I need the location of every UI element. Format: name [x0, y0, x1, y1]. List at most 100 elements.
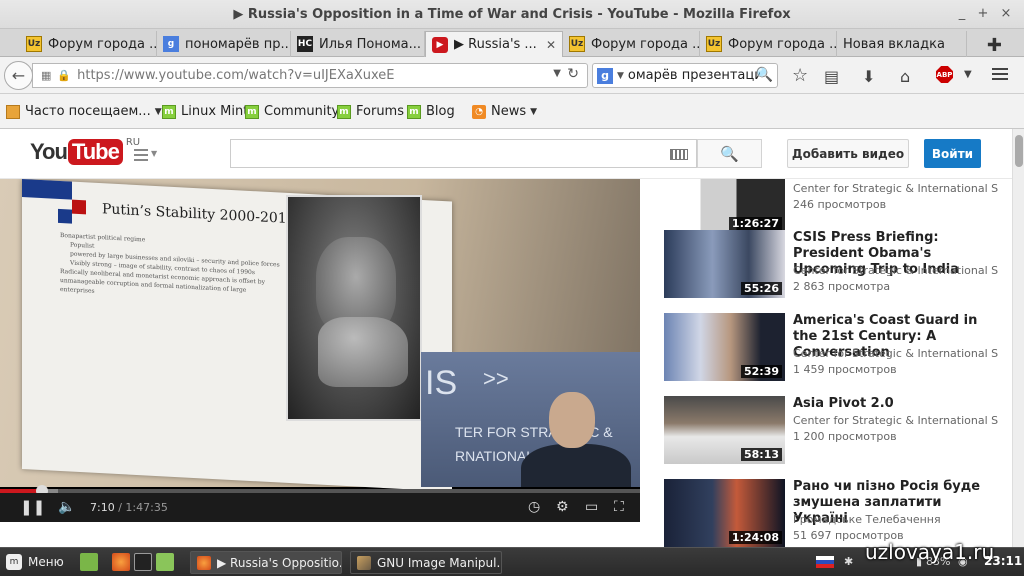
reload-icon[interactable]: ↻	[567, 66, 579, 82]
url-history-dropdown-icon[interactable]: ▼	[553, 68, 561, 79]
bookmark-forums[interactable]: m Forums	[337, 104, 404, 119]
logo-region: RU	[125, 137, 141, 148]
slide-title: Putin’s Stability 2000-2013	[102, 201, 296, 228]
chevron-down-icon[interactable]: ▼	[151, 149, 157, 158]
video-thumbnail[interactable]: 52:39	[664, 313, 785, 381]
taskbar-window-firefox[interactable]: ▶ Russia's Oppositio...	[190, 551, 342, 574]
signin-button[interactable]: Войти	[924, 139, 981, 168]
video-player[interactable]: Putin’s Stability 2000-2013 Bonapartist …	[0, 179, 640, 522]
page-scrollbar[interactable]	[1012, 129, 1024, 547]
pause-icon[interactable]: ❚❚	[20, 498, 45, 516]
taskbar-window-label: GNU Image Manipul...	[377, 555, 502, 570]
watch-later-icon[interactable]: ◷	[528, 499, 540, 515]
site-watermark: uzlovaya1.ru	[865, 540, 995, 564]
video-channel[interactable]: Center for Strategic & International Stu…	[793, 347, 998, 360]
video-channel[interactable]: Громадське Телебачення	[793, 513, 998, 526]
video-duration: 52:39	[740, 365, 782, 378]
scrollbar-thumb[interactable]	[1015, 135, 1023, 167]
start-menu-button[interactable]: m Меню	[6, 554, 64, 570]
tab-google-search[interactable]: g пономарёв пр...	[157, 31, 291, 57]
video-channel[interactable]: Center for Strategic & International Stu…	[793, 414, 998, 427]
video-thumbnail[interactable]: 58:13	[664, 396, 785, 464]
video-title[interactable]: Asia Pivot 2.0	[793, 396, 998, 412]
site-identity-icon[interactable]: ▦	[41, 69, 51, 82]
video-views: 1 459 просмотров	[793, 363, 897, 376]
search-engine-dropdown-icon[interactable]: ▼	[617, 71, 624, 81]
home-icon[interactable]: ⌂	[900, 67, 910, 86]
volume-icon[interactable]: 🔈	[58, 499, 75, 515]
tab-label: Новая вкладка	[843, 36, 945, 52]
taskbar-window-gimp[interactable]: GNU Image Manipul...	[350, 551, 502, 574]
tab-youtube-active[interactable]: ▶ ▶ Russia's ... ✕	[425, 31, 563, 57]
video-frame[interactable]: Putin’s Stability 2000-2013 Bonapartist …	[0, 179, 640, 492]
speaker	[521, 392, 640, 487]
youtube-logo[interactable]: You Tube RU	[30, 137, 141, 165]
tab-forum-3[interactable]: Uz Форум города ...	[700, 31, 837, 57]
bookmark-label: Linux Mint	[181, 104, 249, 119]
downloads-icon[interactable]: ⬇	[862, 67, 875, 86]
search-bar[interactable]: g ▼ омарёв презентация 🔍	[592, 63, 778, 88]
video-thumbnail[interactable]: 1:24:08	[664, 479, 785, 547]
related-video-item[interactable]: 55:26 CSIS Press Briefing: President Oba…	[664, 230, 1004, 300]
slide-decoration	[22, 179, 72, 200]
related-video-item[interactable]: 58:13 Asia Pivot 2.0 Center for Strategi…	[664, 396, 1004, 466]
rss-icon: ◔	[472, 104, 486, 119]
folder-icon	[6, 104, 20, 119]
close-window-button[interactable]: ×	[998, 6, 1014, 21]
url-bar[interactable]: ▦ 🔒 https://www.youtube.com/watch?v=uIJE…	[32, 63, 588, 88]
video-channel[interactable]: Center for Strategic & International Stu…	[793, 264, 998, 277]
video-channel[interactable]: Center for Strategic & International Stu…	[793, 182, 998, 195]
new-tab-plus-icon[interactable]: ✚	[987, 35, 1002, 56]
tab-forum-2[interactable]: Uz Форум города ...	[563, 31, 700, 57]
bookmark-star-icon[interactable]: ☆	[792, 65, 808, 86]
back-button[interactable]: ←	[4, 61, 33, 90]
bookmarks-list-icon[interactable]: ▤	[824, 67, 839, 86]
settings-gear-icon[interactable]: ⚙	[556, 499, 569, 515]
clock[interactable]: 23:11	[984, 554, 1022, 568]
navigation-toolbar: ▦ 🔒 https://www.youtube.com/watch?v=uIJE…	[0, 57, 1024, 94]
show-desktop-icon[interactable]	[80, 553, 98, 571]
video-duration: 55:26	[740, 282, 782, 295]
bookmark-community[interactable]: m Community	[245, 104, 339, 119]
bookmark-news[interactable]: ◔ News ▼	[472, 104, 537, 119]
guide-menu-icon[interactable]	[134, 149, 148, 164]
youtube-search-button[interactable]: 🔍	[697, 139, 762, 168]
youtube-header: You Tube RU ▼ 🔍 Добавить видео Войти	[0, 129, 1012, 179]
tab-ponomarev[interactable]: HC Илья Пономa...	[291, 31, 425, 57]
google-engine-icon[interactable]: g	[597, 67, 613, 84]
maximize-button[interactable]: +	[975, 6, 991, 21]
related-video-item[interactable]: 1:26:27 Center for Strategic & Internati…	[664, 179, 1004, 235]
close-tab-icon[interactable]: ✕	[542, 38, 556, 52]
keyboard-icon[interactable]	[670, 149, 688, 160]
bookmark-label: News	[491, 104, 527, 119]
related-video-item[interactable]: 1:24:08 Рано чи пізно Росія буде змушена…	[664, 479, 1004, 547]
search-magnifier-icon[interactable]: 🔍	[756, 67, 773, 83]
bookmark-linux-mint[interactable]: m Linux Mint	[162, 104, 248, 119]
youtube-search-input[interactable]	[230, 139, 697, 168]
related-video-item[interactable]: 52:39 America's Coast Guard in the 21st …	[664, 313, 1004, 383]
tab-new-tab[interactable]: Новая вкладка	[837, 31, 967, 57]
video-thumbnail[interactable]: 1:26:27	[664, 179, 785, 233]
video-thumbnail[interactable]: 55:26	[664, 230, 785, 298]
search-input-value[interactable]: омарёв презентация	[628, 68, 760, 83]
firefox-menu-icon[interactable]	[992, 68, 1008, 83]
theater-mode-icon[interactable]: ▭	[585, 499, 598, 515]
window-title: ▶ Russia's Opposition in a Time of War a…	[233, 6, 791, 22]
bookmark-most-visited[interactable]: Часто посещаем... ▼	[6, 104, 162, 119]
tab-bar: Uz Форум города ... g пономарёв пр... HC…	[0, 29, 1024, 57]
keyboard-layout-flag-icon[interactable]	[816, 556, 834, 568]
youtube-favicon-icon: ▶	[432, 36, 448, 53]
bluetooth-icon[interactable]: ✱	[844, 555, 853, 568]
terminal-launcher-icon[interactable]	[134, 553, 152, 571]
fullscreen-icon[interactable]: ⛶	[614, 499, 624, 515]
minimize-button[interactable]: _	[954, 6, 970, 21]
files-launcher-icon[interactable]	[156, 553, 174, 571]
bookmark-blog[interactable]: m Blog	[407, 104, 455, 119]
adblock-dropdown-icon[interactable]: ▼	[964, 69, 972, 80]
tab-label: Форум города ...	[591, 36, 700, 52]
url-text[interactable]: https://www.youtube.com/watch?v=uIJEXaXu…	[77, 68, 394, 83]
firefox-launcher-icon[interactable]	[112, 553, 130, 571]
tab-forum-1[interactable]: Uz Форум города ...	[20, 31, 157, 57]
upload-button[interactable]: Добавить видео	[787, 139, 909, 168]
uz-favicon-icon: Uz	[569, 36, 585, 52]
